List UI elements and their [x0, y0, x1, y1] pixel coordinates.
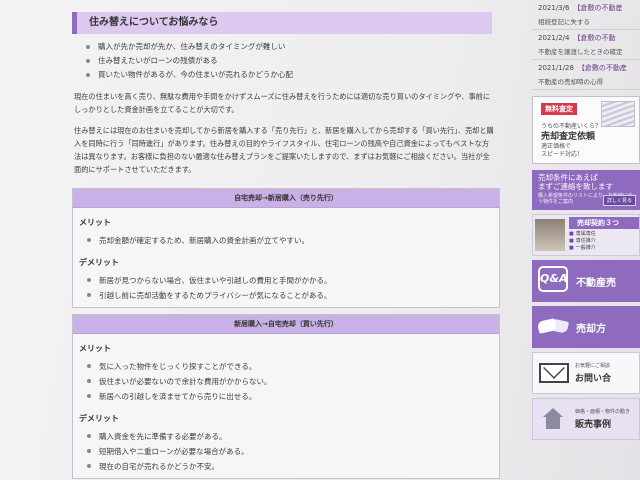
list-item: 気に入った物件をじっくり探すことができる。: [87, 359, 499, 374]
condition-line: 売却条件にあえば: [538, 173, 598, 182]
sales-case-label: 販売事例: [575, 420, 612, 430]
news-link[interactable]: 【倉敷の不動: [573, 34, 615, 42]
appraisal-title: 売却査定依頼: [541, 132, 596, 142]
contract-type: 専属専任: [569, 231, 596, 238]
list-item: 短期借入や二重ローンが必要な場合がある。: [87, 444, 499, 459]
news-date: 2021/3/6: [538, 4, 570, 12]
method-paragraph: 住み替えには現在のお住まいを売却してから新居を購入する「売り先行」と、新居を購入…: [74, 126, 494, 174]
contract-banner[interactable]: 売却契約３つ 専属専任 専任媒介 一般媒介: [532, 214, 640, 256]
list-item: 購入資金を先に準備する必要がある。: [87, 429, 499, 444]
list-item: 購入が先か売却が先か、住み替えのタイミングが難しい: [86, 40, 500, 54]
sell-method-tile[interactable]: 売却方: [532, 306, 640, 348]
news-summary: 不動産を譲渡したときの確定: [538, 48, 623, 56]
merit-heading: メリット: [79, 218, 111, 227]
merit-heading: メリット: [79, 344, 111, 353]
news-summary: 相続登記に失する: [538, 18, 590, 26]
list-item: 現在の自宅が売れるかどうか不安。: [87, 459, 499, 474]
appraisal-banner[interactable]: 無料査定 うちの不動産いくら？ 売却査定依頼 適正価格で スピード対応！: [532, 96, 640, 164]
news-item[interactable]: 2021/2/4 【倉敷の不動 不動産を譲渡したときの確定: [532, 30, 640, 60]
concern-list: 購入が先か売却が先か、住み替えのタイミングが難しい 住み替えたいがローンの残債が…: [86, 40, 500, 82]
qa-label: 不動産売: [576, 277, 616, 289]
house-icon: [539, 408, 567, 430]
appraisal-note: スピード対応！: [541, 151, 584, 158]
details-button[interactable]: 詳しく見る: [602, 195, 636, 206]
sales-case-tile[interactable]: 価格・面積・物件の動き 販売事例: [532, 398, 640, 440]
demerit-heading: デメリット: [79, 258, 119, 267]
house-photo: [535, 219, 565, 251]
contact-subtext: お気軽にご相談: [575, 363, 610, 369]
list-item: 引越し前に売却活動をするためプライバシーが気になることがある。: [87, 288, 499, 303]
contact-label: お問い合: [575, 374, 612, 384]
condition-banner[interactable]: 売却条件にあえば まずご連絡を致します 購入希望条件のリストにより、お客様に合う…: [532, 170, 640, 210]
contact-tile[interactable]: お気軽にご相談 お問い合: [532, 352, 640, 394]
news-link[interactable]: 【倉敷の不動産: [573, 4, 622, 12]
sell-method-label: 売却方: [576, 323, 606, 335]
merit-list: 気に入った物件をじっくり探すことができる。 仮住まいが必要ないので余計な費用がか…: [87, 359, 499, 404]
contract-type: 一般媒介: [569, 245, 596, 252]
qa-icon: Q&A: [538, 266, 568, 292]
envelope-icon: [539, 363, 569, 383]
news-link[interactable]: 【倉敷の不動産: [578, 64, 627, 72]
list-item: 住み替えたいがローンの残債がある: [86, 54, 500, 68]
demerit-heading: デメリット: [79, 414, 119, 423]
section-title: 住み替えについてお悩みなら: [72, 12, 492, 34]
sell-first-box: 自宅売却→新居購入（売り先行） メリット 売却金額が確定するため、新居購入の資金…: [72, 188, 500, 308]
buy-first-box: 新居購入→自宅売却（買い先行） メリット 気に入った物件をじっくり探すことができ…: [72, 314, 500, 479]
demerit-list: 新居が見つからない場合、仮住まいや引越しの費用と手間がかかる。 引越し前に売却活…: [87, 273, 499, 303]
appraisal-note: 適正価格で: [541, 143, 572, 150]
list-item: 買いたい物件があるが、今の住まいが売れるかどうか心配: [86, 68, 500, 82]
documents-icon: [601, 101, 635, 127]
merit-list: 売却金額が確定するため、新居購入の資金計画が立てやすい。: [87, 233, 499, 248]
qa-tile[interactable]: Q&A 不動産売: [532, 260, 640, 302]
intro-paragraph: 現在の住まいを高く売り、無駄な費用や手間をかけずスムーズに住み替えを行うためには…: [74, 92, 491, 114]
main-content: 住み替えについてお悩みなら 購入が先か売却が先か、住み替えのタイミングが難しい …: [60, 12, 500, 479]
sell-first-title: 自宅売却→新居購入（売り先行）: [73, 189, 499, 208]
news-summary: 不動産の売却時の心得: [538, 78, 603, 86]
contract-type: 専任媒介: [569, 238, 596, 245]
list-item: 新居への引越しを済ませてから売りに出せる。: [87, 389, 499, 404]
list-item: 売却金額が確定するため、新居購入の資金計画が立てやすい。: [87, 233, 499, 248]
sales-case-subtext: 価格・面積・物件の動き: [575, 409, 631, 415]
list-item: 仮住まいが必要ないので余計な費用がかからない。: [87, 374, 499, 389]
buy-first-title: 新居購入→自宅売却（買い先行）: [73, 315, 499, 334]
handshake-icon: [538, 316, 568, 338]
free-appraisal-tag: 無料査定: [541, 103, 577, 115]
list-item: 新居が見つからない場合、仮住まいや引越しの費用と手間がかかる。: [87, 273, 499, 288]
news-item[interactable]: 2021/1/28 【倉敷の不動産 不動産の売却時の心得: [532, 60, 640, 90]
news-item[interactable]: 2021/3/6 【倉敷の不動産 相続登記に失する: [532, 0, 640, 30]
contract-title: 売却契約３つ: [569, 217, 639, 229]
news-date: 2021/2/4: [538, 34, 570, 42]
sidebar: 2021/3/6 【倉敷の不動産 相続登記に失する 2021/2/4 【倉敷の不動 …: [532, 0, 640, 440]
news-date: 2021/1/28: [538, 64, 574, 72]
demerit-list: 購入資金を先に準備する必要がある。 短期借入や二重ローンが必要な場合がある。 現…: [87, 429, 499, 474]
condition-line: まずご連絡を致します: [538, 182, 613, 191]
